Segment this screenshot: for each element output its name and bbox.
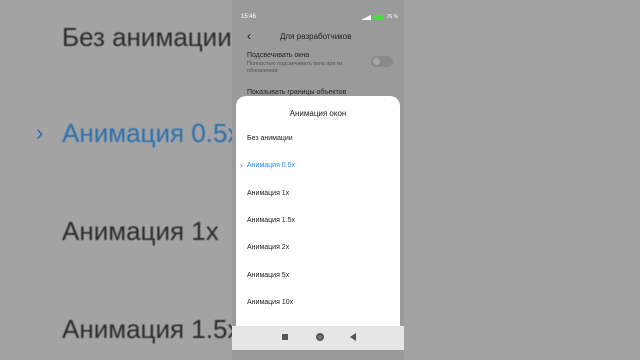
home-circle-icon[interactable]	[316, 333, 324, 341]
option-animation-10x[interactable]: Анимация 10x	[247, 299, 293, 306]
dialog-title: Анимация окон	[289, 109, 347, 118]
back-triangle-icon[interactable]	[350, 333, 356, 341]
phone-bottom-edge	[232, 350, 404, 360]
bg-chevron-icon: ›	[36, 120, 44, 145]
bg-option: Анимация 1x	[62, 216, 219, 246]
option-animation-5x[interactable]: Анимация 5x	[247, 272, 289, 279]
bg-option-selected: Анимация 0.5x	[62, 118, 232, 148]
bg-option: Анимация 1.5x	[62, 314, 232, 344]
option-animation-0-5x[interactable]: Анимация 0.5x	[247, 162, 295, 169]
bg-option: Без анимации	[62, 22, 232, 52]
option-animation-2x[interactable]: Анимация 2x	[247, 244, 289, 251]
setting-show-bounds[interactable]: Показывать границы объектов	[247, 89, 397, 96]
setting-subtitle: Полностью подсвечивать окна при их обнов…	[247, 61, 343, 74]
battery-icon	[373, 14, 384, 20]
signal-icon	[360, 14, 371, 20]
navigation-bar	[232, 326, 404, 350]
back-arrow-icon[interactable]: ‹	[247, 29, 251, 43]
selected-chevron-icon: ›	[240, 161, 243, 170]
highlight-windows-toggle[interactable]	[371, 56, 393, 67]
status-icons: 76 %	[360, 14, 398, 20]
background-right	[404, 0, 640, 360]
status-bar: 15:46 76 %	[232, 0, 404, 20]
option-animation-1-5x[interactable]: Анимация 1.5x	[247, 217, 295, 224]
window-animation-dialog: Анимация окон Без анимации › Анимация 0.…	[236, 96, 400, 326]
background-left: Без анимации › Анимация 0.5x Анимация 1x…	[0, 0, 232, 360]
option-animation-1x[interactable]: Анимация 1x	[247, 190, 289, 197]
recents-square-icon[interactable]	[282, 334, 288, 340]
setting-title: Показывать границы объектов	[247, 89, 347, 96]
battery-level: 76 %	[386, 14, 398, 20]
status-time: 15:46	[241, 14, 257, 20]
app-bar: ‹ Для разработчиков	[232, 26, 404, 46]
phone-screen: 15:46 76 % ‹ Для разработчиков Подсвечив…	[232, 0, 404, 360]
page-title: Для разработчиков	[280, 32, 352, 41]
option-no-animation[interactable]: Без анимации	[247, 135, 293, 142]
